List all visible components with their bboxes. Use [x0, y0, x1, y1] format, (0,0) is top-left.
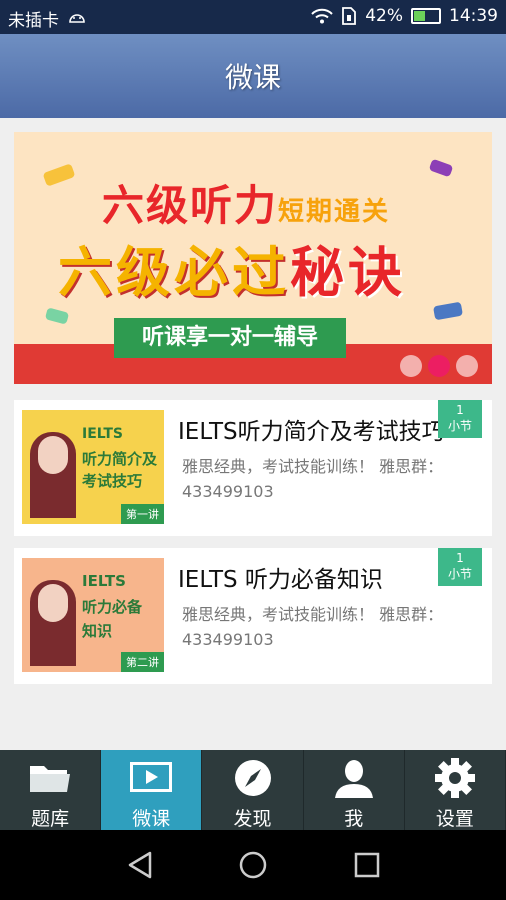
tab-me[interactable]: 我: [304, 750, 405, 830]
section-unit: 小节: [447, 419, 472, 433]
instructor-face: [38, 584, 68, 622]
page-title: 微课: [224, 61, 281, 94]
carrier-label: 未插卡: [8, 11, 59, 31]
course-thumbnail: IELTS 听力必备 知识 第二讲: [22, 558, 164, 672]
system-nav-bar: [0, 830, 506, 900]
carousel-dot[interactable]: [400, 355, 422, 377]
course-description: 雅思经典，考试技能训练！ 雅思群：433499103: [182, 457, 444, 501]
tab-micro-course[interactable]: 微课: [101, 750, 203, 830]
confetti-decoration: [42, 163, 76, 187]
banner-headline-main: 六级听力: [102, 181, 279, 230]
course-title: IELTS 听力必备知识: [178, 567, 383, 593]
section-unit: 小节: [447, 567, 472, 581]
thumb-title-3: 考试技巧: [82, 472, 143, 490]
wifi-icon: [311, 8, 333, 24]
battery-fill: [414, 11, 425, 21]
course-description: 雅思经典，考试技能训练！ 雅思群：433499103: [182, 605, 444, 649]
thumb-title-1: IELTS: [82, 426, 124, 442]
battery-percent: 42%: [365, 6, 403, 26]
tab-settings[interactable]: 设置: [405, 750, 506, 830]
tab-label: 我: [344, 808, 364, 830]
tab-label: 题库: [31, 808, 70, 830]
sim-icon: [342, 7, 357, 25]
thumb-title-3: 知识: [82, 622, 113, 640]
status-bar: 未插卡 42% 14:39: [0, 0, 506, 34]
carousel-dot[interactable]: [456, 355, 478, 377]
confetti-decoration: [44, 307, 70, 325]
thumb-title-2: 听力简介及: [82, 450, 158, 468]
gear-icon: [434, 758, 475, 798]
thumb-title-1: IELTS: [82, 572, 126, 590]
section-count-badge: 1 小节: [438, 400, 482, 438]
thumb-title-2: 听力必备: [82, 598, 143, 616]
section-count-badge: 1 小节: [438, 548, 482, 586]
carousel-dot-active[interactable]: [428, 355, 450, 377]
banner-subheadline-red: 秘诀: [290, 241, 406, 304]
course-thumbnail: IELTS 听力简介及 考试技巧 第一讲: [22, 410, 164, 524]
banner-ribbon: 听课享一对一辅导: [114, 318, 346, 358]
folder-icon: [30, 766, 71, 792]
course-card[interactable]: IELTS 听力简介及 考试技巧 第一讲 IELTS听力简介及考试技巧 雅思经典…: [14, 400, 492, 536]
home-icon[interactable]: [238, 850, 268, 880]
compass-icon: [234, 760, 271, 796]
thumb-lesson-tag: 第一讲: [121, 504, 164, 524]
bottom-tab-bar: 题库 微课 发现 我 设置: [0, 750, 506, 830]
tab-question-bank[interactable]: 题库: [0, 750, 102, 830]
person-icon: [334, 760, 373, 798]
banner-subheadline: 六级必过秘诀: [58, 228, 406, 307]
video-icon: [130, 762, 173, 792]
tab-label: 发现: [233, 808, 272, 830]
confetti-decoration: [432, 301, 464, 321]
back-icon[interactable]: [126, 850, 156, 880]
course-card[interactable]: IELTS 听力必备 知识 第二讲 IELTS 听力必备知识 雅思经典，考试技能…: [14, 548, 492, 684]
thumb-lesson-tag: 第二讲: [121, 652, 164, 672]
instructor-face: [38, 436, 68, 474]
banner-headline-small: 短期通关: [278, 197, 391, 227]
battery-icon: [411, 8, 441, 24]
banner-subheadline-main: 六级必过: [58, 241, 290, 304]
android-debug-icon: [69, 14, 85, 23]
clock: 14:39: [449, 6, 498, 26]
recents-icon[interactable]: [352, 850, 382, 880]
app-header: 微课: [0, 34, 506, 118]
tab-discover[interactable]: 发现: [202, 750, 304, 830]
section-count: 1: [456, 403, 464, 417]
promo-banner[interactable]: 六级听力短期通关 六级必过秘诀 听课享一对一辅导: [14, 132, 492, 384]
banner-headline: 六级听力短期通关: [102, 172, 390, 233]
tab-label: 微课: [132, 808, 171, 830]
tab-label: 设置: [435, 808, 474, 830]
section-count: 1: [456, 551, 464, 565]
confetti-decoration: [428, 158, 454, 178]
course-title: IELTS听力简介及考试技巧: [178, 419, 445, 445]
